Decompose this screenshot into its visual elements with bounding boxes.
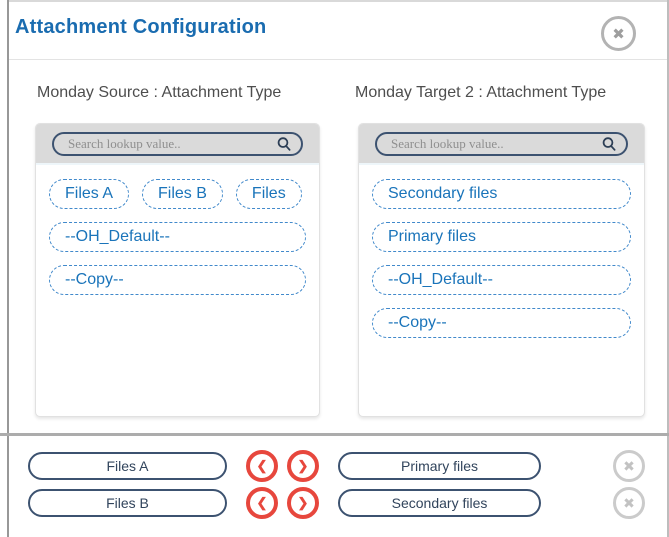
source-search-input[interactable] xyxy=(66,135,276,153)
lookup-pill-oh-default[interactable]: --OH_Default-- xyxy=(372,265,631,295)
lookup-pill-files[interactable]: Files xyxy=(236,179,302,209)
mapping-target-pill[interactable]: Primary files xyxy=(338,452,541,480)
header-divider xyxy=(9,59,667,60)
move-left-button[interactable]: ❮ xyxy=(246,487,278,519)
lookup-pill-secondary-files[interactable]: Secondary files xyxy=(372,179,631,209)
remove-icon: ✖ xyxy=(623,458,635,475)
move-right-button[interactable]: ❯ xyxy=(287,450,319,482)
lookup-pill-copy[interactable]: --Copy-- xyxy=(372,308,631,338)
lookup-pill-oh-default[interactable]: --OH_Default-- xyxy=(49,222,306,252)
mapping-source-pill[interactable]: Files A xyxy=(28,452,227,480)
lookup-pill-files-a[interactable]: Files A xyxy=(49,179,129,209)
chevron-left-icon: ❮ xyxy=(257,495,268,511)
move-left-button[interactable]: ❮ xyxy=(246,450,278,482)
chevron-right-icon: ❯ xyxy=(298,495,309,511)
search-icon xyxy=(601,136,617,152)
mapping-source-pill[interactable]: Files B xyxy=(28,489,227,517)
mapping-target-pill[interactable]: Secondary files xyxy=(338,489,541,517)
target-search-input[interactable] xyxy=(389,135,601,153)
target-panel-header xyxy=(359,124,644,165)
source-panel-body: Files A Files B Files --OH_Default-- --C… xyxy=(36,165,319,309)
dialog-title: Attachment Configuration xyxy=(15,16,266,39)
chevron-left-icon: ❮ xyxy=(257,458,268,474)
dialog-left-border xyxy=(7,0,9,537)
source-column-title: Monday Source : Attachment Type xyxy=(37,84,281,102)
target-column-title: Monday Target 2 : Attachment Type xyxy=(355,84,606,102)
dialog-top-border xyxy=(9,0,667,2)
source-panel-header xyxy=(36,124,319,165)
source-lookup-panel: Files A Files B Files --OH_Default-- --C… xyxy=(35,123,320,417)
lookup-pill-files-b[interactable]: Files B xyxy=(142,179,223,209)
chevron-right-icon: ❯ xyxy=(298,458,309,474)
target-lookup-panel: Secondary files Primary files --OH_Defau… xyxy=(358,123,645,417)
lookup-pill-primary-files[interactable]: Primary files xyxy=(372,222,631,252)
remove-mapping-button[interactable]: ✖ xyxy=(613,487,645,519)
remove-icon: ✖ xyxy=(623,495,635,512)
search-icon xyxy=(276,136,292,152)
target-panel-body: Secondary files Primary files --OH_Defau… xyxy=(359,165,644,352)
dialog-close-button[interactable]: ✖ xyxy=(601,16,636,51)
lookup-pill-copy[interactable]: --Copy-- xyxy=(49,265,306,295)
source-search-box[interactable] xyxy=(52,132,303,156)
close-icon: ✖ xyxy=(612,25,625,43)
source-pill-row: Files A Files B Files xyxy=(49,179,306,209)
remove-mapping-button[interactable]: ✖ xyxy=(613,450,645,482)
target-search-box[interactable] xyxy=(375,132,628,156)
move-right-button[interactable]: ❯ xyxy=(287,487,319,519)
section-divider xyxy=(0,433,669,436)
